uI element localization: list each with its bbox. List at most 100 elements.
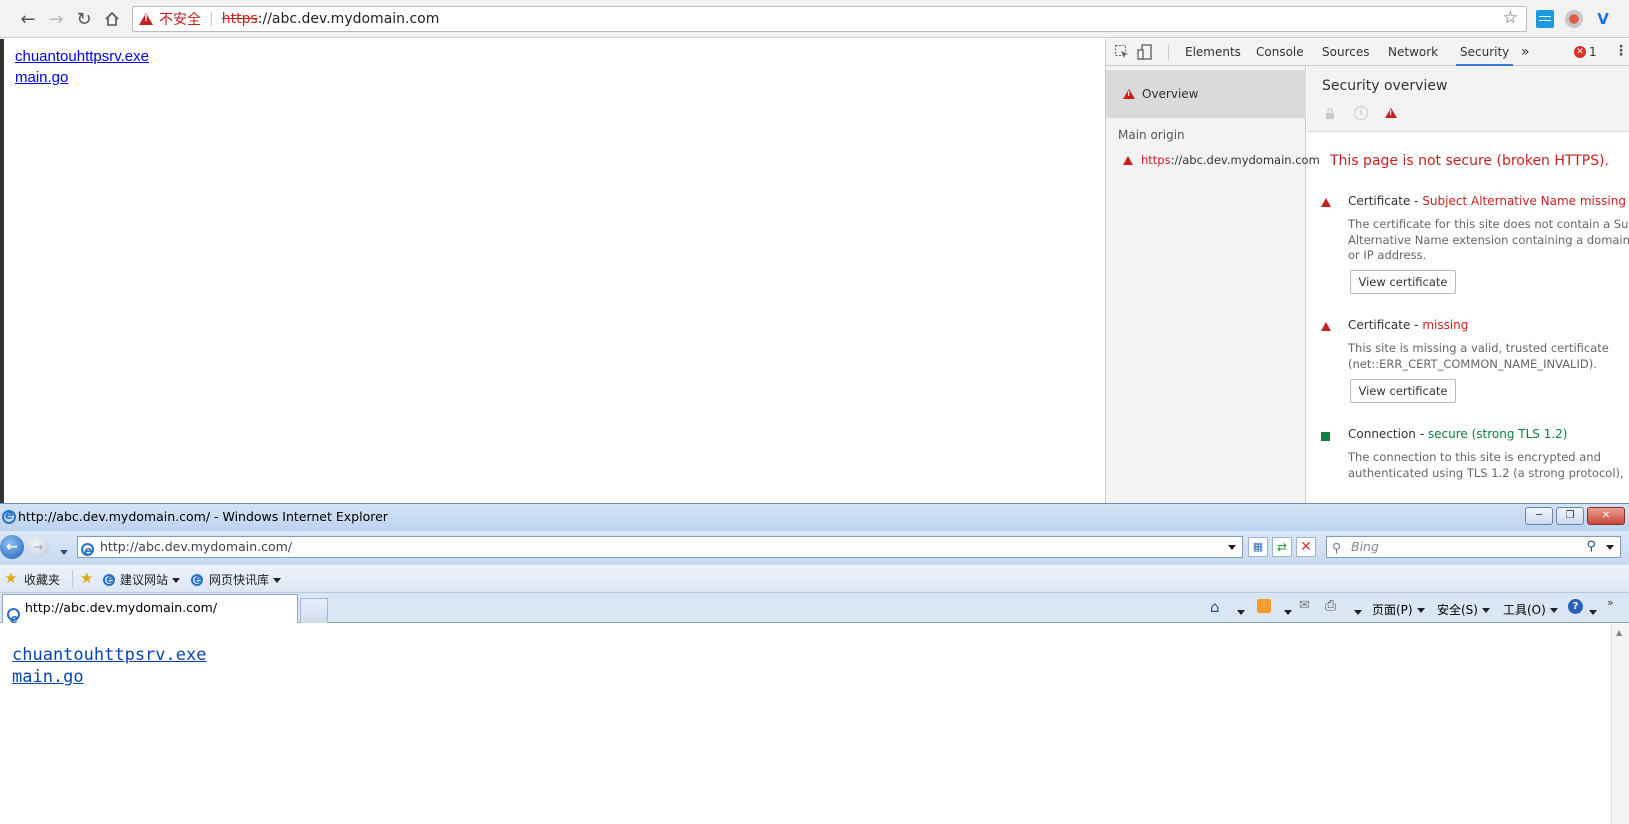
url-host: ://abc.dev.mydomain.com bbox=[257, 11, 440, 27]
feeds-dropdown-icon[interactable] bbox=[1280, 605, 1292, 619]
ie-search-box[interactable]: ⚲ Bing ⚲ bbox=[1326, 536, 1621, 558]
print-dropdown-icon[interactable] bbox=[1350, 605, 1362, 619]
suggested-sites-button[interactable]: 建议网站 bbox=[120, 571, 181, 588]
warning-icon bbox=[1123, 155, 1133, 165]
description-line: Alternative Name extension containing a … bbox=[1348, 232, 1629, 247]
url-scheme: https bbox=[221, 11, 258, 27]
inspect-element-icon[interactable] bbox=[1114, 44, 1130, 63]
page-menu[interactable]: 页面(P) bbox=[1372, 601, 1425, 618]
refresh-icon[interactable]: ⇄ bbox=[1272, 537, 1292, 557]
explanation-status: Subject Alternative Name missing bbox=[1422, 194, 1626, 208]
toolbar-divider bbox=[72, 570, 73, 588]
ie-tab-title: http://abc.dev.mydomain.com/ bbox=[25, 600, 218, 615]
security-overview-header: Security overview i bbox=[1307, 66, 1629, 132]
help-icon[interactable]: ? bbox=[1568, 599, 1583, 614]
back-icon[interactable]: ← bbox=[17, 8, 39, 30]
forward-icon[interactable]: → bbox=[45, 8, 67, 30]
tab-network[interactable]: Network bbox=[1388, 39, 1438, 66]
file-link[interactable]: chuantouhttpsrv.exe bbox=[15, 48, 149, 65]
search-icon[interactable]: ⚲ bbox=[1586, 537, 1596, 557]
ie-address-bar[interactable]: http://abc.dev.mydomain.com/ bbox=[77, 536, 1243, 561]
chrome-toolbar: ← → ↻ 不安全 | https ://abc.dev.mydomain.co… bbox=[0, 0, 1629, 38]
sidebar-item-origin[interactable]: https://abc.dev.mydomain.com bbox=[1123, 153, 1320, 167]
maximize-button[interactable]: ❐ bbox=[1556, 507, 1584, 525]
chevron-more-icon[interactable]: » bbox=[1607, 596, 1614, 609]
lock-icon bbox=[1325, 108, 1335, 123]
v-extension-icon[interactable]: V bbox=[1594, 10, 1612, 28]
explanation-title: Connection - secure (strong TLS 1.2) bbox=[1348, 427, 1568, 441]
read-mail-icon[interactable]: ✉ bbox=[1299, 598, 1310, 613]
secure-square-icon bbox=[1321, 430, 1330, 444]
bookmark-star-icon[interactable]: ☆ bbox=[1503, 8, 1518, 28]
explanation-category: Connection bbox=[1348, 427, 1416, 441]
ie-active-tab[interactable]: http://abc.dev.mydomain.com/ bbox=[2, 594, 298, 632]
not-secure-label[interactable]: 不安全 bbox=[159, 9, 201, 29]
tools-menu[interactable]: 工具(O) bbox=[1503, 601, 1558, 618]
reload-icon[interactable]: ↻ bbox=[73, 8, 95, 30]
address-bar[interactable]: 不安全 | https ://abc.dev.mydomain.com ☆ bbox=[132, 6, 1527, 32]
error-count[interactable]: 1 bbox=[1589, 45, 1597, 59]
description-line: or IP address. bbox=[1348, 248, 1427, 262]
devtools-tabbar: Elements Console Sources Network Securit… bbox=[1106, 39, 1629, 66]
tab-elements[interactable]: Elements bbox=[1185, 39, 1241, 66]
tab-security[interactable]: Security bbox=[1456, 39, 1514, 66]
tools-menu-label: 工具(O) bbox=[1503, 603, 1546, 617]
sidebar-item-overview[interactable]: Overview bbox=[1106, 70, 1306, 118]
favorites-star-icon[interactable]: ★ bbox=[4, 569, 17, 587]
ie-back-icon[interactable]: ← bbox=[0, 535, 24, 559]
error-icon[interactable]: ✕ bbox=[1574, 46, 1586, 58]
view-certificate-button[interactable]: View certificate bbox=[1350, 270, 1456, 294]
explanation-title: Certificate - Subject Alternative Name m… bbox=[1348, 194, 1626, 208]
tab-sources[interactable]: Sources bbox=[1322, 39, 1369, 66]
home-icon[interactable]: ⌂ bbox=[1210, 598, 1220, 616]
tab-console[interactable]: Console bbox=[1256, 39, 1304, 66]
feeds-icon[interactable]: ∶ bbox=[1257, 599, 1271, 613]
help-dropdown-icon[interactable] bbox=[1585, 605, 1597, 619]
address-dropdown-icon[interactable] bbox=[1224, 537, 1236, 557]
home-dropdown-icon[interactable] bbox=[1233, 605, 1245, 619]
add-to-favorites-icon[interactable]: ★ bbox=[80, 569, 93, 587]
suggested-sites-icon bbox=[103, 572, 115, 586]
print-icon[interactable]: ⎙ bbox=[1325, 598, 1336, 614]
main-origin-heading: Main origin bbox=[1118, 128, 1185, 142]
not-secure-warning-icon bbox=[139, 13, 153, 25]
security-sidebar: Overview Main origin https://abc.dev.myd… bbox=[1106, 66, 1320, 503]
file-link[interactable]: main.go bbox=[12, 667, 84, 687]
home-icon[interactable] bbox=[101, 8, 123, 30]
tab-divider bbox=[1168, 45, 1169, 60]
ie-forward-icon[interactable]: → bbox=[27, 536, 49, 558]
explanation-title: Certificate - missing bbox=[1348, 318, 1469, 332]
search-options-dropdown-icon[interactable] bbox=[1602, 537, 1614, 557]
security-summary: This page is not secure (broken HTTPS). bbox=[1330, 153, 1610, 169]
file-link[interactable]: main.go bbox=[15, 69, 68, 86]
view-certificate-button[interactable]: View certificate bbox=[1350, 379, 1456, 403]
explanation-category: Certificate bbox=[1348, 318, 1411, 332]
stop-icon[interactable]: ✕ bbox=[1296, 537, 1316, 557]
compatibility-view-icon[interactable]: ▦ bbox=[1248, 537, 1268, 557]
file-link[interactable]: chuantouhttpsrv.exe bbox=[12, 645, 206, 665]
recent-pages-dropdown-icon[interactable] bbox=[56, 545, 68, 559]
favorites-button[interactable]: 收藏夹 bbox=[24, 571, 60, 588]
web-slice-gallery-button[interactable]: 网页快讯库 bbox=[209, 571, 282, 588]
description-line: This site is missing a valid, trusted ce… bbox=[1348, 341, 1609, 355]
explanation-status: secure (strong TLS 1.2) bbox=[1427, 427, 1568, 441]
record-extension-icon[interactable] bbox=[1565, 10, 1583, 28]
safety-menu[interactable]: 安全(S) bbox=[1437, 601, 1490, 618]
ie-tab-row: http://abc.dev.mydomain.com/ ⌂ ∶ ✉ ⎙ 页面(… bbox=[0, 593, 1629, 632]
minimize-button[interactable]: ─ bbox=[1525, 507, 1553, 525]
info-icon: i bbox=[1354, 106, 1368, 120]
origin-host: ://abc.dev.mydomain.com bbox=[1170, 153, 1320, 167]
ie-vertical-scrollbar[interactable]: ▲ bbox=[1611, 624, 1629, 824]
extension-icon[interactable] bbox=[1536, 10, 1554, 28]
explanation-category: Certificate bbox=[1348, 194, 1411, 208]
scroll-up-icon[interactable]: ▲ bbox=[1616, 628, 1622, 637]
close-button[interactable]: ✕ bbox=[1587, 507, 1625, 525]
device-toolbar-icon[interactable] bbox=[1137, 44, 1153, 63]
description-line: (net::ERR_CERT_COMMON_NAME_INVALID). bbox=[1348, 356, 1597, 371]
explanation-description: The certificate for this site does not c… bbox=[1348, 217, 1629, 264]
devtools-menu-icon[interactable]: ⋮ bbox=[1614, 43, 1628, 59]
more-tabs-button[interactable]: » bbox=[1521, 39, 1530, 66]
description-line: authenticated using TLS 1.2 (a strong pr… bbox=[1348, 465, 1624, 480]
chrome-page-content: chuantouhttpsrv.exe main.go bbox=[0, 39, 1105, 503]
new-tab-button[interactable] bbox=[300, 598, 328, 623]
